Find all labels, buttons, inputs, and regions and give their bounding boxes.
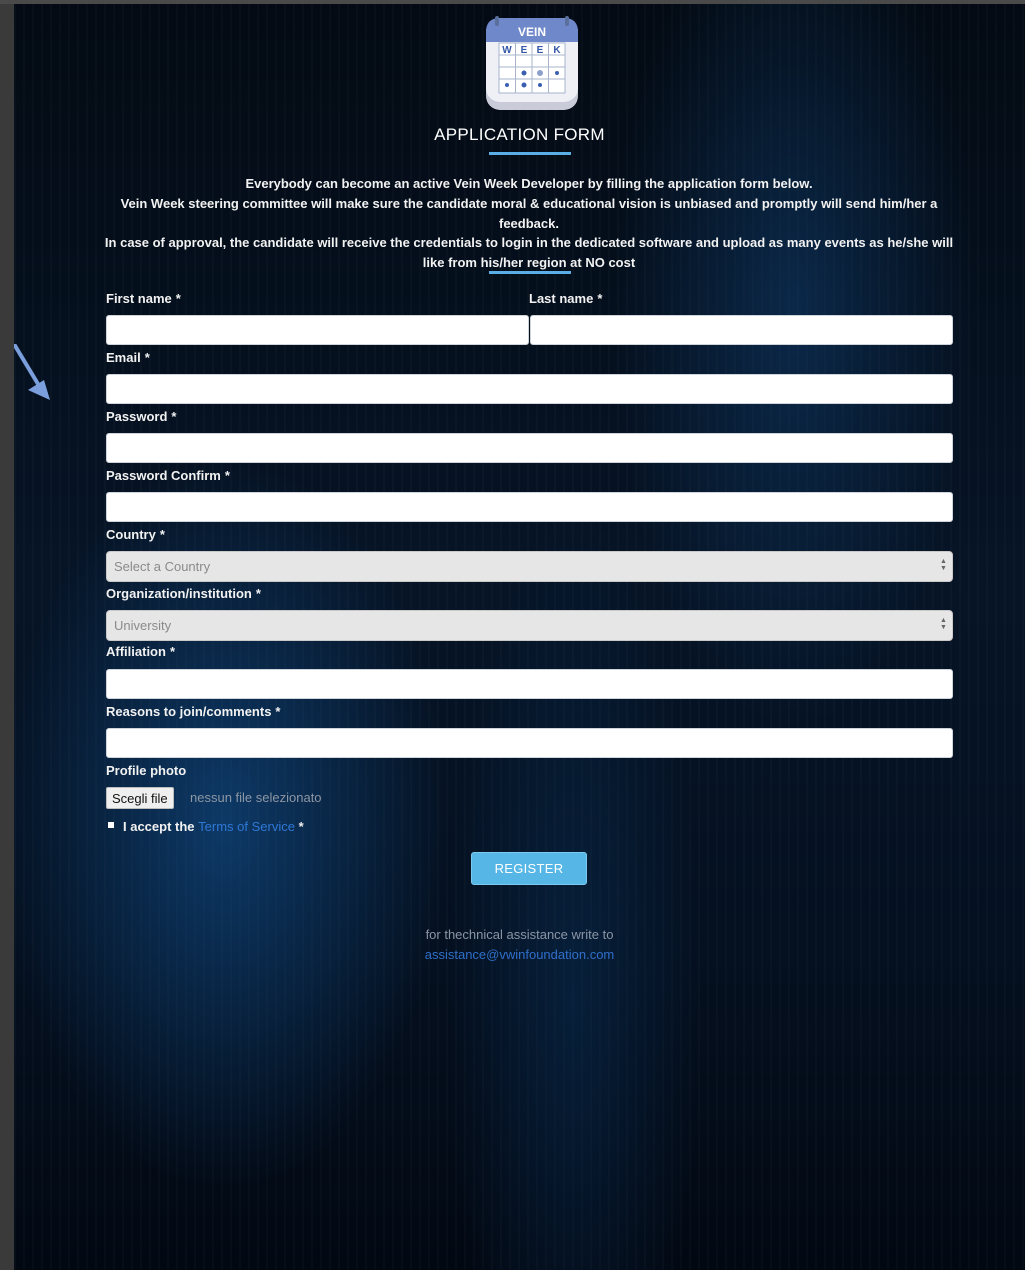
assistance-text: for thechnical assistance write to xyxy=(425,927,614,942)
affiliation-field[interactable] xyxy=(106,669,953,699)
terms-prefix: I accept the xyxy=(123,819,195,834)
organization-select-value: University xyxy=(114,618,172,633)
organization-label: Organization/institution * xyxy=(106,586,261,601)
intro-line-2: Vein Week steering committee will make s… xyxy=(120,195,938,231)
first-name-label: First name * xyxy=(106,291,181,306)
select-arrows-icon: ▲ ▼ xyxy=(940,558,947,572)
terms-of-service-link[interactable]: Terms of Service xyxy=(198,819,295,834)
terms-checkbox[interactable] xyxy=(108,822,114,828)
logo-top-word: VEIN xyxy=(518,25,546,39)
country-select[interactable]: Select a Country ▲ ▼ xyxy=(106,551,953,582)
email-label: Email * xyxy=(106,350,150,365)
intro-line-1: Everybody can become an active Vein Week… xyxy=(245,176,813,191)
country-label: Country * xyxy=(106,527,165,542)
profile-photo-label: Profile photo xyxy=(106,763,187,778)
reasons-label: Reasons to join/comments * xyxy=(106,704,281,719)
country-select-value: Select a Country xyxy=(114,559,211,574)
terms-label: I accept the Terms of Service * xyxy=(123,819,304,834)
reasons-field[interactable] xyxy=(106,728,953,758)
vein-week-logo: VEIN W E E K xyxy=(486,16,578,110)
choose-file-button[interactable]: Scegli file xyxy=(106,787,174,809)
file-status-text: nessun file selezionato xyxy=(190,790,322,805)
password-field[interactable] xyxy=(106,433,953,463)
select-arrows-icon: ▲ ▼ xyxy=(940,617,947,631)
assistance-email-link[interactable]: assistance@vwinfoundation.com xyxy=(14,945,1025,965)
register-button[interactable]: REGISTER xyxy=(471,852,587,885)
affiliation-label: Affiliation * xyxy=(106,644,175,659)
assistance-block: for thechnical assistance write to assis… xyxy=(14,925,1025,965)
last-name-label: Last name * xyxy=(529,291,603,306)
arrow-pointer-icon xyxy=(14,344,50,400)
first-name-field[interactable] xyxy=(106,315,529,345)
intro-line-3: In case of approval, the candidate will … xyxy=(104,235,954,271)
organization-select[interactable]: University ▲ ▼ xyxy=(106,610,953,641)
password-label: Password * xyxy=(106,409,177,424)
page-title: APPLICATION FORM xyxy=(434,125,605,144)
logo-letter-e2: E xyxy=(537,45,544,56)
logo-letter-k: K xyxy=(553,45,561,56)
intro-underline xyxy=(489,271,571,274)
intro-text: Everybody can become an active Vein Week… xyxy=(104,174,954,273)
title-underline xyxy=(489,152,571,155)
password-confirm-label: Password Confirm * xyxy=(106,468,230,483)
password-confirm-field[interactable] xyxy=(106,492,953,522)
terms-required-marker: * xyxy=(298,819,304,834)
application-page: VEIN W E E K APPLICATION FORM Everybody … xyxy=(14,4,1025,1270)
email-field[interactable] xyxy=(106,374,953,404)
logo-letter-w: W xyxy=(502,45,512,56)
logo-letter-e1: E xyxy=(521,45,528,56)
last-name-field[interactable] xyxy=(530,315,953,345)
